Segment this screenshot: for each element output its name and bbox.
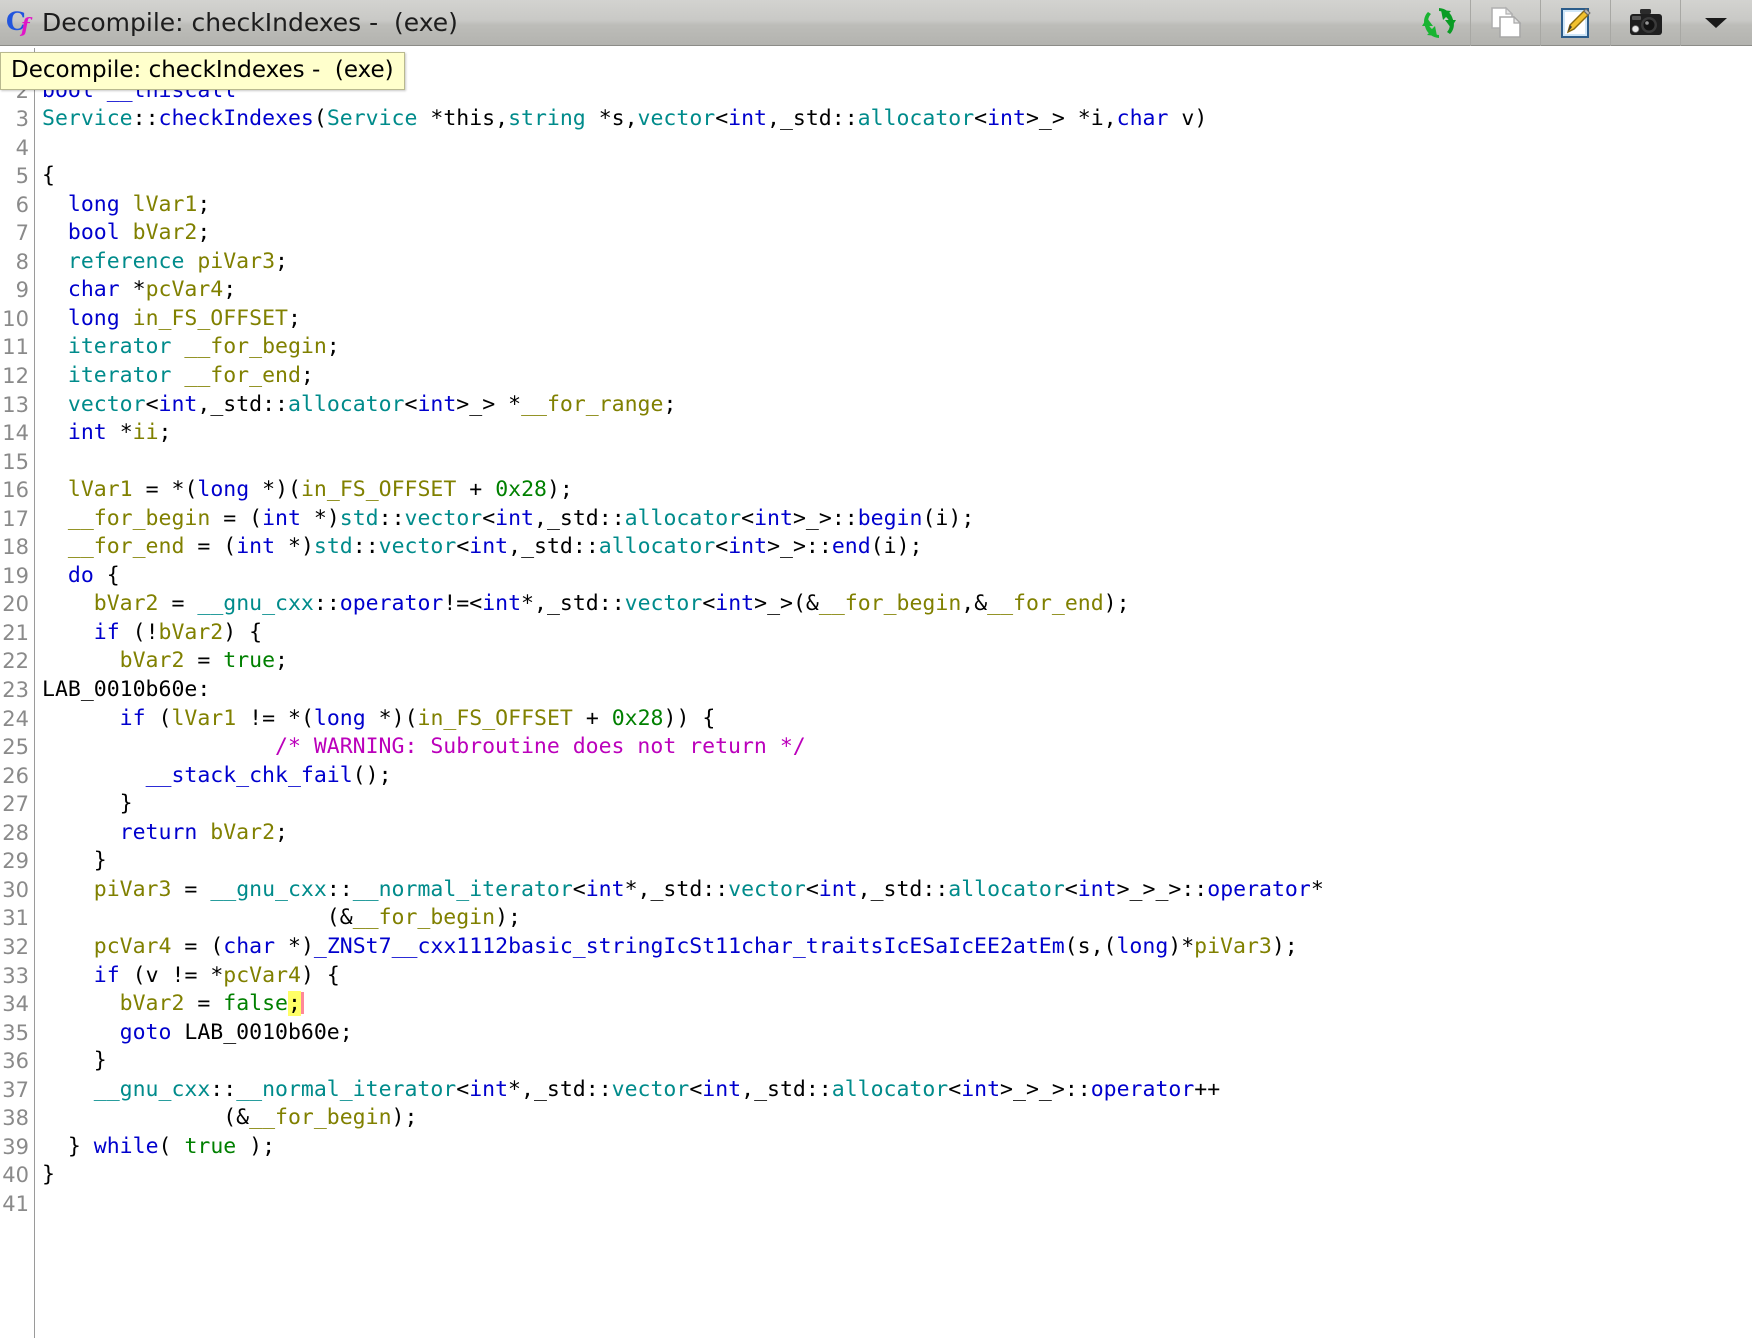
code-line[interactable]: vector<int,_std::allocator<int>_> *__for… (42, 391, 1752, 420)
code-line[interactable]: __gnu_cxx::__normal_iterator<int*,_std::… (42, 1076, 1752, 1105)
decompiler-code-area[interactable]: 1234567891011121314151617181920212223242… (0, 46, 1752, 1338)
line-number: 39 (0, 1133, 29, 1162)
edit-button[interactable] (1540, 0, 1610, 46)
cf-decompiler-icon: Cf (6, 8, 36, 38)
code-line[interactable] (42, 134, 1752, 163)
code-line[interactable]: bool bVar2; (42, 219, 1752, 248)
code-line[interactable]: do { (42, 562, 1752, 591)
line-number: 38 (0, 1104, 29, 1133)
window-title: Decompile: checkIndexes - (exe) (42, 8, 458, 37)
window-title-tooltip: Decompile: checkIndexes - (exe) (0, 52, 405, 90)
code-line[interactable]: char *pcVar4; (42, 276, 1752, 305)
snapshot-button[interactable] (1610, 0, 1680, 46)
line-number: 19 (0, 562, 29, 591)
line-number: 26 (0, 762, 29, 791)
line-number: 8 (0, 248, 29, 277)
code-line[interactable]: if (!bVar2) { (42, 619, 1752, 648)
code-line[interactable]: } while( true ); (42, 1133, 1752, 1162)
code-line[interactable]: iterator __for_end; (42, 362, 1752, 391)
code-line[interactable]: Service::checkIndexes(Service *this,stri… (42, 105, 1752, 134)
line-number: 23 (0, 676, 29, 705)
menu-button[interactable] (1680, 0, 1750, 46)
code-line[interactable]: if (v != *pcVar4) { (42, 962, 1752, 991)
code-line[interactable]: LAB_0010b60e: (42, 676, 1752, 705)
line-number: 34 (0, 990, 29, 1019)
line-number: 13 (0, 391, 29, 420)
code-line[interactable]: if (lVar1 != *(long *)(in_FS_OFFSET + 0x… (42, 705, 1752, 734)
decompiler-window: Cf Decompile: checkIndexes - (exe) (0, 0, 1752, 1338)
code-line[interactable]: lVar1 = *(long *)(in_FS_OFFSET + 0x28); (42, 476, 1752, 505)
line-number: 4 (0, 134, 29, 163)
line-number: 21 (0, 619, 29, 648)
code-line[interactable]: __for_begin = (int *)std::vector<int,_st… (42, 505, 1752, 534)
code-line[interactable]: bVar2 = true; (42, 647, 1752, 676)
line-number-gutter: 1234567891011121314151617181920212223242… (0, 48, 34, 1338)
line-number: 40 (0, 1161, 29, 1190)
code-line[interactable]: (&__for_begin); (42, 1104, 1752, 1133)
code-line[interactable]: iterator __for_begin; (42, 333, 1752, 362)
line-number: 35 (0, 1019, 29, 1048)
line-number: 24 (0, 705, 29, 734)
line-number: 36 (0, 1047, 29, 1076)
code-line[interactable]: } (42, 1047, 1752, 1076)
code-line[interactable]: bVar2 = false; (42, 990, 1752, 1019)
code-line[interactable]: piVar3 = __gnu_cxx::__normal_iterator<in… (42, 876, 1752, 905)
line-number: 7 (0, 219, 29, 248)
code-line[interactable]: reference piVar3; (42, 248, 1752, 277)
chevron-down-icon (1703, 15, 1729, 31)
window-titlebar: Cf Decompile: checkIndexes - (exe) (0, 0, 1752, 46)
code-line[interactable]: } (42, 1161, 1752, 1190)
copy-pages-icon (1490, 6, 1522, 40)
line-number: 29 (0, 847, 29, 876)
line-number: 25 (0, 733, 29, 762)
titlebar-toolbar (1408, 0, 1750, 46)
line-number: 6 (0, 191, 29, 220)
line-number: 33 (0, 962, 29, 991)
camera-icon (1629, 8, 1663, 38)
code-line[interactable]: int *ii; (42, 419, 1752, 448)
code-line[interactable]: return bVar2; (42, 819, 1752, 848)
line-number: 10 (0, 305, 29, 334)
code-line[interactable]: /* WARNING: Subroutine does not return *… (42, 733, 1752, 762)
code-line[interactable]: __for_end = (int *)std::vector<int,_std:… (42, 533, 1752, 562)
line-number: 41 (0, 1190, 29, 1219)
line-number: 14 (0, 419, 29, 448)
line-number: 30 (0, 876, 29, 905)
line-number: 22 (0, 647, 29, 676)
code-line[interactable]: long lVar1; (42, 191, 1752, 220)
code-line[interactable]: } (42, 790, 1752, 819)
line-number: 9 (0, 276, 29, 305)
code-line[interactable]: __stack_chk_fail(); (42, 762, 1752, 791)
code-line[interactable]: } (42, 847, 1752, 876)
line-number: 3 (0, 105, 29, 134)
line-number: 20 (0, 590, 29, 619)
line-number: 28 (0, 819, 29, 848)
refresh-button[interactable] (1408, 0, 1470, 46)
line-number: 12 (0, 362, 29, 391)
line-number: 5 (0, 162, 29, 191)
edit-pencil-icon (1559, 6, 1593, 40)
code-line[interactable]: long in_FS_OFFSET; (42, 305, 1752, 334)
refresh-icon (1422, 6, 1456, 40)
line-number: 27 (0, 790, 29, 819)
code-line[interactable]: bVar2 = __gnu_cxx::operator!=<int*,_std:… (42, 590, 1752, 619)
code-line[interactable] (42, 448, 1752, 477)
line-number: 15 (0, 448, 29, 477)
line-number: 17 (0, 505, 29, 534)
highlighted-token: ; (288, 991, 301, 1016)
line-number: 16 (0, 476, 29, 505)
code-line[interactable]: pcVar4 = (char *)_ZNSt7__cxx1112basic_st… (42, 933, 1752, 962)
code-line[interactable] (42, 1190, 1752, 1219)
code-line[interactable]: { (42, 162, 1752, 191)
code-line[interactable]: (&__for_begin); (42, 904, 1752, 933)
line-number: 31 (0, 904, 29, 933)
line-number: 11 (0, 333, 29, 362)
copy-button[interactable] (1470, 0, 1540, 46)
code-line[interactable]: goto LAB_0010b60e; (42, 1019, 1752, 1048)
text-caret (301, 992, 304, 1014)
line-number: 32 (0, 933, 29, 962)
line-number: 37 (0, 1076, 29, 1105)
line-number: 18 (0, 533, 29, 562)
code-content[interactable]: bool __thiscallService::checkIndexes(Ser… (35, 48, 1752, 1338)
